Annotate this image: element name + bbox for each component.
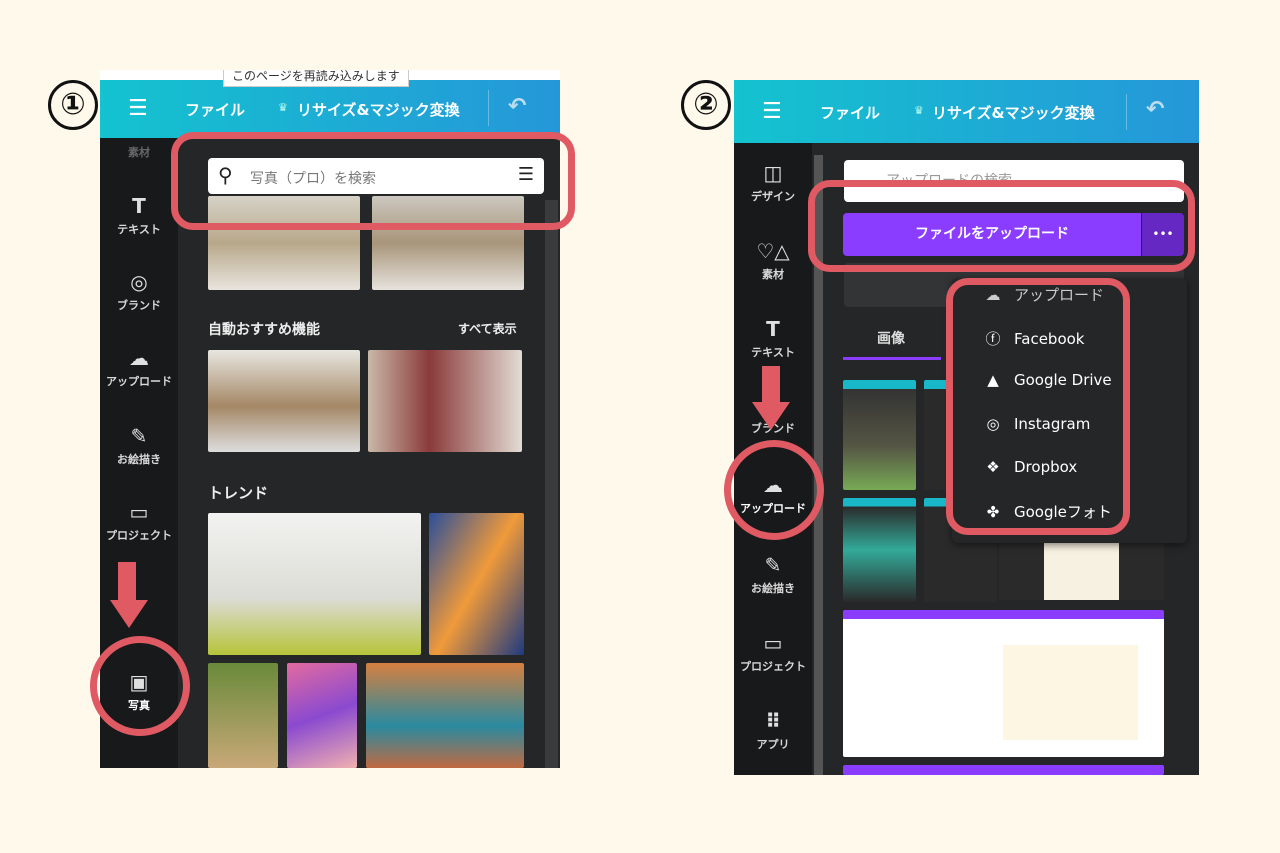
sidebar-item-design[interactable]: ◫ デザイン xyxy=(734,161,812,204)
sidebar-item-projects[interactable]: ▭ プロジェクト xyxy=(734,631,812,674)
highlight-photos xyxy=(90,636,190,736)
section-title: トレンド xyxy=(208,484,269,502)
file-menu[interactable]: ファイル xyxy=(820,102,880,123)
crown-icon: ♛ xyxy=(914,104,924,117)
highlight-search xyxy=(171,132,575,230)
resize-menu[interactable]: リサイズ&マジック変換 xyxy=(932,102,1095,123)
highlight-upload-button xyxy=(808,180,1195,272)
elements-icon: ♡△ xyxy=(756,239,790,263)
text-icon: T xyxy=(766,317,780,341)
sidebar-item-draw[interactable]: ✎ お絵描き xyxy=(100,424,178,467)
folder-icon: ▭ xyxy=(763,631,783,655)
step-number-1: ① xyxy=(48,80,98,130)
undo-icon[interactable]: ↶ xyxy=(1146,97,1164,122)
design-icon: ◫ xyxy=(763,161,783,185)
highlight-source-menu xyxy=(946,278,1130,535)
section-title: 自動おすすめ機能 xyxy=(208,322,320,338)
sidebar-item-elements[interactable]: 素材 xyxy=(100,144,178,160)
step-number-2: ② xyxy=(681,80,731,130)
tab-images[interactable]: 画像 xyxy=(877,328,905,348)
scrollbar[interactable] xyxy=(545,200,558,768)
sidebar-item-elements[interactable]: ♡△ 素材 xyxy=(734,239,812,282)
cloud-upload-icon: ☁ xyxy=(129,346,149,370)
see-all-link[interactable]: すべて表示 xyxy=(458,320,517,337)
sidebar-item-uploads[interactable]: ☁ アップロード xyxy=(100,346,178,389)
arrow-down-icon xyxy=(118,562,136,602)
file-menu[interactable]: ファイル xyxy=(185,99,245,120)
brand-icon: ◎ xyxy=(130,270,148,294)
sidebar-item-text[interactable]: T テキスト xyxy=(100,194,178,237)
folder-icon: ▭ xyxy=(129,500,149,524)
arrow-down-icon xyxy=(762,366,780,404)
draw-icon: ✎ xyxy=(764,553,782,577)
sidebar-item-draw[interactable]: ✎ お絵描き xyxy=(734,553,812,596)
crown-icon: ♛ xyxy=(278,101,288,114)
sidebar-item-brand[interactable]: ◎ ブランド xyxy=(100,270,178,313)
resize-menu[interactable]: リサイズ&マジック変換 xyxy=(297,99,460,120)
hamburger-icon[interactable]: ☰ xyxy=(762,99,782,124)
undo-icon[interactable]: ↶ xyxy=(508,94,526,119)
sidebar-item-text[interactable]: T テキスト xyxy=(734,317,812,360)
highlight-uploads xyxy=(724,440,824,540)
draw-icon: ✎ xyxy=(130,424,148,448)
hamburger-icon[interactable]: ☰ xyxy=(128,96,148,121)
text-icon: T xyxy=(132,194,146,218)
sidebar-item-apps[interactable]: ⠿ アプリ xyxy=(734,709,812,752)
apps-icon: ⠿ xyxy=(765,709,781,733)
tooltip: このページを再読み込みします xyxy=(223,70,409,87)
sidebar-item-projects[interactable]: ▭ プロジェクト xyxy=(100,500,178,543)
